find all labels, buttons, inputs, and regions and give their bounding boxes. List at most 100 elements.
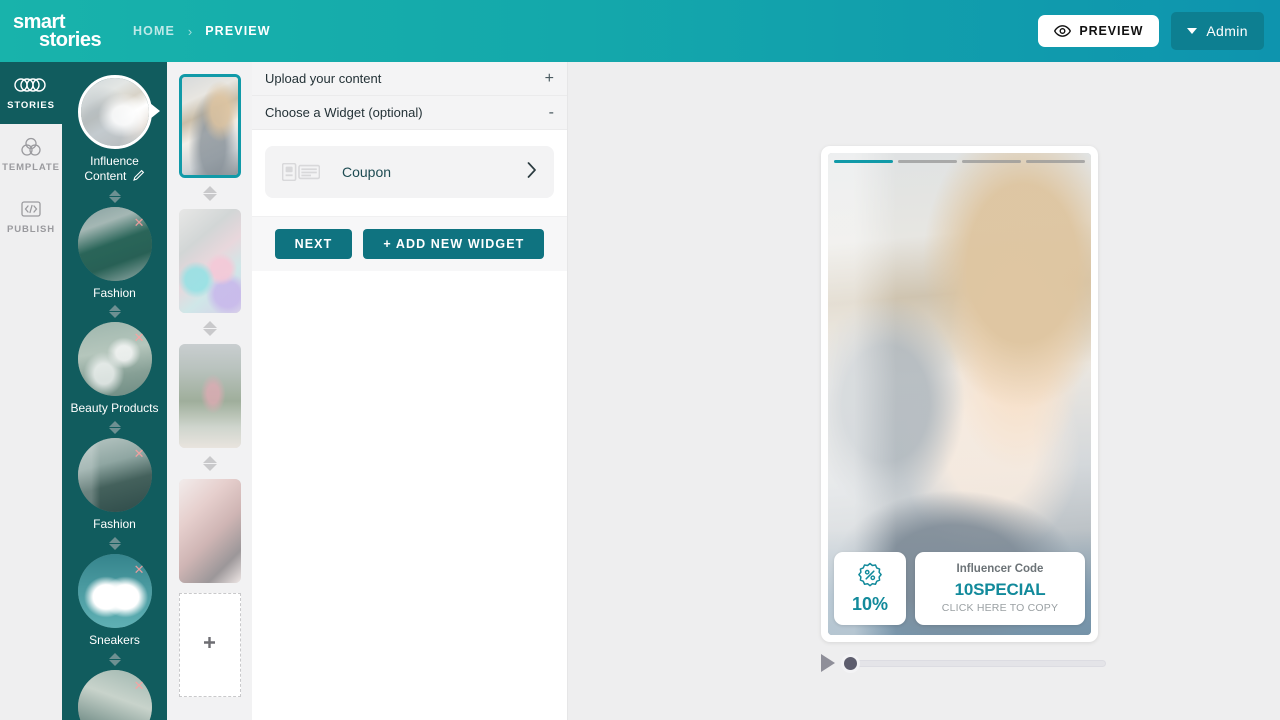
story-progress-bars [834,160,1085,163]
add-new-widget-button[interactable]: + ADD NEW WIDGET [363,229,544,259]
slide-thumbnail[interactable] [179,74,241,178]
accordion-choose-widget[interactable]: Choose a Widget (optional) - [252,96,567,130]
nav-rail: STORIES TEMPLATE PUBLISH [0,62,62,720]
overlapping-circles-icon [14,75,48,95]
sidebar-item-stories-label: STORIES [7,100,55,111]
app-logo[interactable]: smart stories [0,12,130,50]
arrow-up-icon[interactable] [109,190,121,196]
breadcrumb-item-home[interactable]: HOME [133,24,175,38]
sidebar-item-template-label: TEMPLATE [2,162,60,173]
breadcrumb-item-preview[interactable]: PREVIEW [205,24,270,38]
story-item[interactable]: ✕ Fashion [62,438,167,532]
coupon-discount-card[interactable]: 10% [834,552,906,625]
progress-segment-4[interactable] [1026,160,1085,163]
story-avatar-wrap: ✕ [78,207,152,281]
sidebar-item-publish-label: PUBLISH [7,224,55,235]
breadcrumb-separator-icon: › [188,24,192,39]
arrow-down-icon[interactable] [109,544,121,550]
stories-list[interactable]: Influence Content ✕ Fashion [62,62,167,720]
sidebar-item-stories[interactable]: STORIES [0,62,62,124]
close-x-icon[interactable]: ✕ [134,563,145,576]
arrow-down-icon[interactable] [109,312,121,318]
coupon-code-card[interactable]: Influencer Code 10SPECIAL CLICK HERE TO … [915,552,1085,625]
close-x-icon[interactable]: ✕ [134,331,145,344]
slide-reorder-control[interactable] [203,186,217,201]
close-x-icon[interactable]: ✕ [134,679,145,692]
arrow-up-icon[interactable] [203,186,217,193]
story-name-text: Influence Content [84,154,139,183]
collapse-minus-icon[interactable]: - [549,105,554,121]
next-button[interactable]: NEXT [275,229,353,259]
arrow-down-icon[interactable] [203,464,217,471]
arrow-up-icon[interactable] [203,321,217,328]
story-item[interactable]: ✕ Fashion [62,207,167,301]
slide-reorder-control[interactable] [203,456,217,471]
timeline-slider[interactable] [842,660,1106,667]
slide-thumbnail[interactable] [179,344,241,448]
story-item[interactable]: ✕ Sneakers [62,554,167,648]
story-preview-screen[interactable]: 10% Influencer Code 10SPECIAL CLICK HERE… [828,153,1091,635]
arrow-up-icon[interactable] [109,421,121,427]
chevron-right-icon[interactable] [527,162,537,182]
app-header: smart stories HOME › PREVIEW PREVIEW Adm… [0,0,1280,62]
editor-actions: NEXT + ADD NEW WIDGET [252,216,567,271]
arrow-up-icon[interactable] [109,537,121,543]
arrow-up-icon[interactable] [109,305,121,311]
arrow-down-icon[interactable] [109,660,121,666]
coupon-card-icon [282,163,320,181]
story-name: Beauty Products [70,402,158,416]
sidebar-item-template[interactable]: TEMPLATE [0,124,62,186]
slides-list[interactable] [167,62,252,720]
slide-thumbnail[interactable] [179,209,241,313]
story-avatar-wrap: ✕ [78,554,152,628]
timeline-slider-thumb[interactable] [841,654,860,673]
progress-segment-3[interactable] [962,160,1021,163]
story-name-text: Sneakers [89,633,140,647]
header-actions: PREVIEW Admin [1038,12,1280,50]
arrow-down-icon[interactable] [203,194,217,201]
admin-menu-button[interactable]: Admin [1171,12,1264,50]
slide-reorder-control[interactable] [203,321,217,336]
preview-stage: 10% Influencer Code 10SPECIAL CLICK HERE… [568,62,1280,720]
story-reorder-control[interactable] [62,190,167,203]
progress-segment-2[interactable] [898,160,957,163]
expand-plus-icon[interactable]: + [545,71,554,87]
preview-button[interactable]: PREVIEW [1038,15,1159,47]
add-slide-button[interactable] [179,593,241,697]
story-preview-frame: 10% Influencer Code 10SPECIAL CLICK HERE… [821,146,1098,642]
sidebar-item-publish[interactable]: PUBLISH [0,186,62,248]
arrow-up-icon[interactable] [109,653,121,659]
progress-segment-1[interactable] [834,160,893,163]
caret-down-icon [1187,28,1197,34]
story-reorder-control[interactable] [62,305,167,318]
close-x-icon[interactable]: ✕ [134,447,145,460]
arrow-down-icon[interactable] [109,428,121,434]
story-name: Sneakers [89,634,140,648]
selected-slide-pointer [239,125,241,139]
coupon-copy-hint[interactable]: CLICK HERE TO COPY [942,602,1058,614]
story-item[interactable]: ✕ Beauty Products [62,322,167,416]
slide-thumbnail[interactable] [179,479,241,583]
plus-icon [203,636,216,654]
widget-list: Coupon [252,130,567,216]
arrow-down-icon[interactable] [203,329,217,336]
accordion-upload-content[interactable]: Upload your content + [252,62,567,96]
pencil-icon[interactable] [133,169,145,185]
arrow-down-icon[interactable] [109,197,121,203]
play-icon[interactable] [821,654,835,672]
widget-item-coupon[interactable]: Coupon [265,146,554,198]
coupon-code-label: Influencer Code [957,563,1044,575]
avatar[interactable] [78,75,152,149]
close-x-icon[interactable]: ✕ [134,216,145,229]
widget-item-coupon-label: Coupon [342,164,391,180]
story-reorder-control[interactable] [62,421,167,434]
preview-button-label: PREVIEW [1079,24,1143,38]
story-reorder-control[interactable] [62,537,167,550]
story-item[interactable]: Influence Content [62,75,167,185]
percent-badge-icon [857,562,883,588]
logo-line-2: stories [13,30,130,50]
story-reorder-control[interactable] [62,653,167,666]
arrow-up-icon[interactable] [203,456,217,463]
venn-circles-icon [20,137,42,157]
story-item[interactable]: ✕ Fashion [62,670,167,720]
